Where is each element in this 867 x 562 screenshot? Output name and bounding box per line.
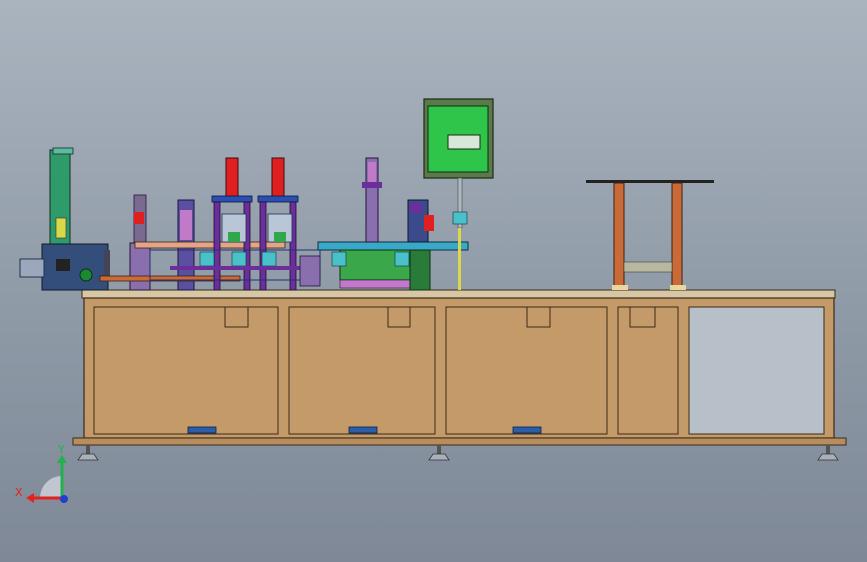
machine-drawing: X Y [15,98,847,503]
red-cylinder [225,157,239,199]
cad-viewport[interactable]: X Y [0,0,867,562]
table-top [81,289,836,299]
stand-top-plate [586,180,714,183]
door-handle[interactable] [512,426,542,434]
feeder-housing [41,243,109,291]
y-axis-label: Y [57,443,65,456]
work-station-left [99,194,286,291]
coordinate-triad: X Y [15,443,68,503]
feeder-module [19,147,110,291]
z-axis-dot [60,495,68,503]
control-box[interactable] [423,98,494,290]
leveling-foot [817,445,839,461]
x-axis-label: X [15,486,23,499]
machine-table [72,289,847,446]
door-notch [526,306,551,328]
leveling-foot [428,445,450,461]
output-stand [586,180,714,290]
door-notch [387,306,411,328]
door-notch [629,306,656,328]
leveling-feet [77,445,839,461]
press-station-1 [211,157,253,291]
door-handle[interactable] [187,426,217,434]
control-box-window[interactable] [447,134,481,150]
door-notch [224,306,249,328]
table-base-rail [72,437,847,446]
press-station-2 [257,157,299,291]
cabinet-door-2[interactable] [288,306,436,435]
conveyor-plate [317,241,469,251]
door-handle[interactable] [348,426,378,434]
leveling-foot [77,445,99,461]
cabinet-door-1[interactable] [93,306,279,435]
cabinet-opening [688,306,825,435]
red-cylinder [271,157,285,199]
